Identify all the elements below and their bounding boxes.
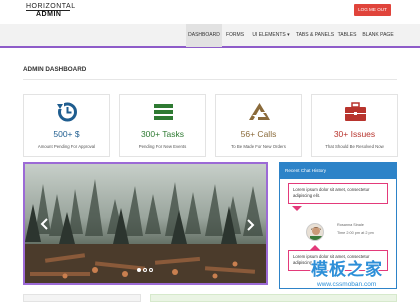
carousel-dot[interactable] bbox=[149, 268, 153, 272]
avatar[interactable] bbox=[306, 223, 324, 241]
chat-author-time: Time 2:00 pm at 2 pm bbox=[337, 231, 374, 235]
nav-ui-elements[interactable]: UI ELEMENTS ▾ bbox=[250, 24, 292, 47]
nav-blank-page[interactable]: BLANK PAGE bbox=[361, 24, 395, 47]
chat-title: Recent Chat History bbox=[280, 163, 396, 179]
stat-value: 30+ Issues bbox=[333, 129, 376, 139]
carousel-dot[interactable] bbox=[143, 268, 147, 272]
stat-subtitle: That Should Be Resolved Now bbox=[325, 144, 384, 149]
nav-tabs-panels[interactable]: TABS & PANELS bbox=[294, 24, 336, 47]
forest-image bbox=[25, 164, 266, 283]
carousel-next-button[interactable] bbox=[245, 218, 255, 231]
history-icon bbox=[24, 101, 109, 123]
bottom-panel-right bbox=[150, 294, 397, 302]
chat-message: Lorem ipsum dolor sit amet, consectetur … bbox=[288, 183, 388, 204]
logout-button[interactable]: LOG ME OUT bbox=[354, 4, 391, 16]
logo-line1: HORIZONTAL bbox=[26, 3, 76, 10]
image-carousel[interactable] bbox=[23, 162, 268, 285]
watermark: 模板之家 www.cssmoban.com bbox=[309, 255, 414, 295]
carousel-dot[interactable] bbox=[137, 268, 141, 272]
chevron-right-icon bbox=[247, 219, 255, 231]
main-nav: DASHBOARD FORMS UI ELEMENTS ▾ TABS & PAN… bbox=[0, 24, 420, 48]
stat-value: 300+ Tasks bbox=[140, 129, 185, 139]
stat-subtitle: Amount Pending For Approval bbox=[37, 144, 96, 149]
stat-card-issues[interactable]: 30+ Issues That Should Be Resolved Now bbox=[311, 94, 398, 157]
top-bar: HORIZONTAL ADMIN LOG ME OUT bbox=[0, 0, 420, 24]
bubble-pointer-up bbox=[310, 245, 320, 250]
stat-subtitle: To Be Made For New Orders bbox=[231, 144, 286, 149]
nav-dashboard[interactable]: DASHBOARD bbox=[186, 24, 222, 47]
briefcase-icon bbox=[312, 101, 397, 123]
watermark-url: www.cssmoban.com bbox=[317, 281, 377, 288]
stat-card-amount[interactable]: 500+ $ Amount Pending For Approval bbox=[23, 94, 110, 157]
watermark-cn: 模板之家 bbox=[311, 260, 383, 279]
stat-card-tasks[interactable]: 300+ Tasks Pending For New Events bbox=[119, 94, 206, 157]
bubble-pointer bbox=[292, 206, 302, 211]
stat-value: 500+ $ bbox=[53, 129, 80, 139]
recycle-icon bbox=[216, 101, 301, 123]
carousel-dots bbox=[137, 268, 157, 272]
nav-tables[interactable]: TABLES bbox=[336, 24, 358, 47]
title-divider bbox=[23, 79, 397, 80]
carousel-prev-button[interactable] bbox=[40, 218, 50, 230]
stat-card-calls[interactable]: 56+ Calls To Be Made For New Orders bbox=[215, 94, 302, 157]
chat-author-name: Rosanna Sinale bbox=[337, 223, 364, 227]
nav-forms[interactable]: FORMS bbox=[224, 24, 246, 47]
stat-subtitle: Pending For New Events bbox=[138, 144, 187, 149]
list-icon bbox=[120, 101, 205, 123]
logo-line2: ADMIN bbox=[36, 11, 62, 18]
chevron-left-icon bbox=[40, 218, 48, 230]
logo[interactable]: HORIZONTAL ADMIN bbox=[26, 3, 75, 19]
page-title: ADMIN DASHBOARD bbox=[23, 66, 87, 73]
bottom-panel-left bbox=[23, 294, 141, 302]
stat-value: 56+ Calls bbox=[240, 129, 277, 139]
